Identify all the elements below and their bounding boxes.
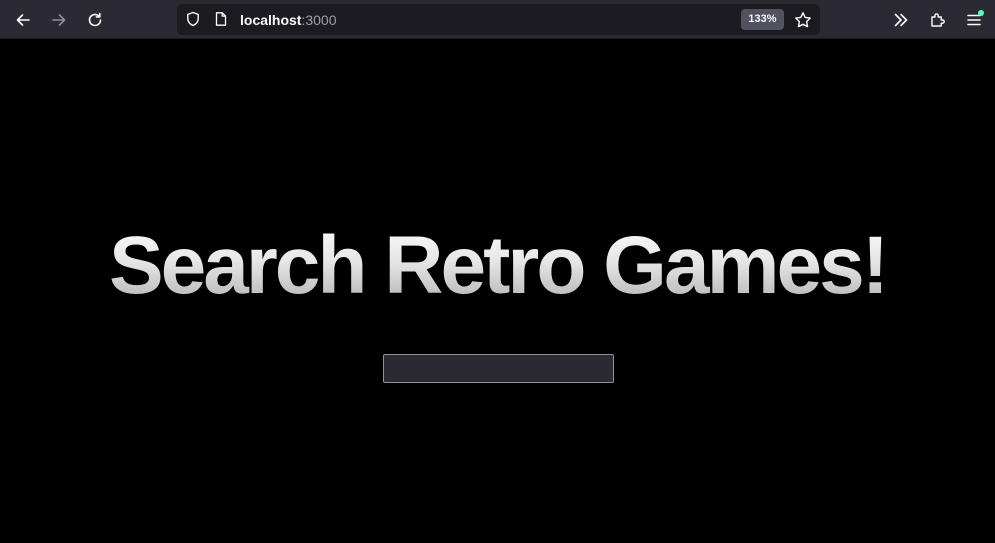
forward-button[interactable] [44,5,74,35]
address-bar[interactable]: localhost:3000 133% [177,4,820,35]
back-button[interactable] [8,5,38,35]
page-title: Search Retro Games! [0,218,995,314]
tracking-protection-shield-icon[interactable] [184,10,202,28]
url-port: :3000 [301,12,337,28]
browser-toolbar: localhost:3000 133% [0,0,995,39]
extensions-button[interactable] [923,5,953,35]
forward-arrow-icon [52,14,66,26]
star-icon [795,12,811,28]
zoom-level-badge[interactable]: 133% [741,9,784,30]
page-content: Search Retro Games! [0,40,995,543]
page-icon[interactable] [212,10,230,28]
url-host: localhost [240,12,302,28]
back-arrow-icon [16,14,30,26]
update-notification-dot [978,10,984,16]
overflow-button[interactable] [886,5,916,35]
reload-button[interactable] [80,5,110,35]
app-menu-button[interactable] [959,5,989,35]
chevrons-right-icon [894,13,908,27]
url-text[interactable]: localhost:3000 [240,11,337,29]
puzzle-piece-icon [931,13,945,27]
bookmark-button[interactable] [792,9,814,31]
search-input[interactable] [383,354,614,383]
reload-icon [88,12,102,27]
